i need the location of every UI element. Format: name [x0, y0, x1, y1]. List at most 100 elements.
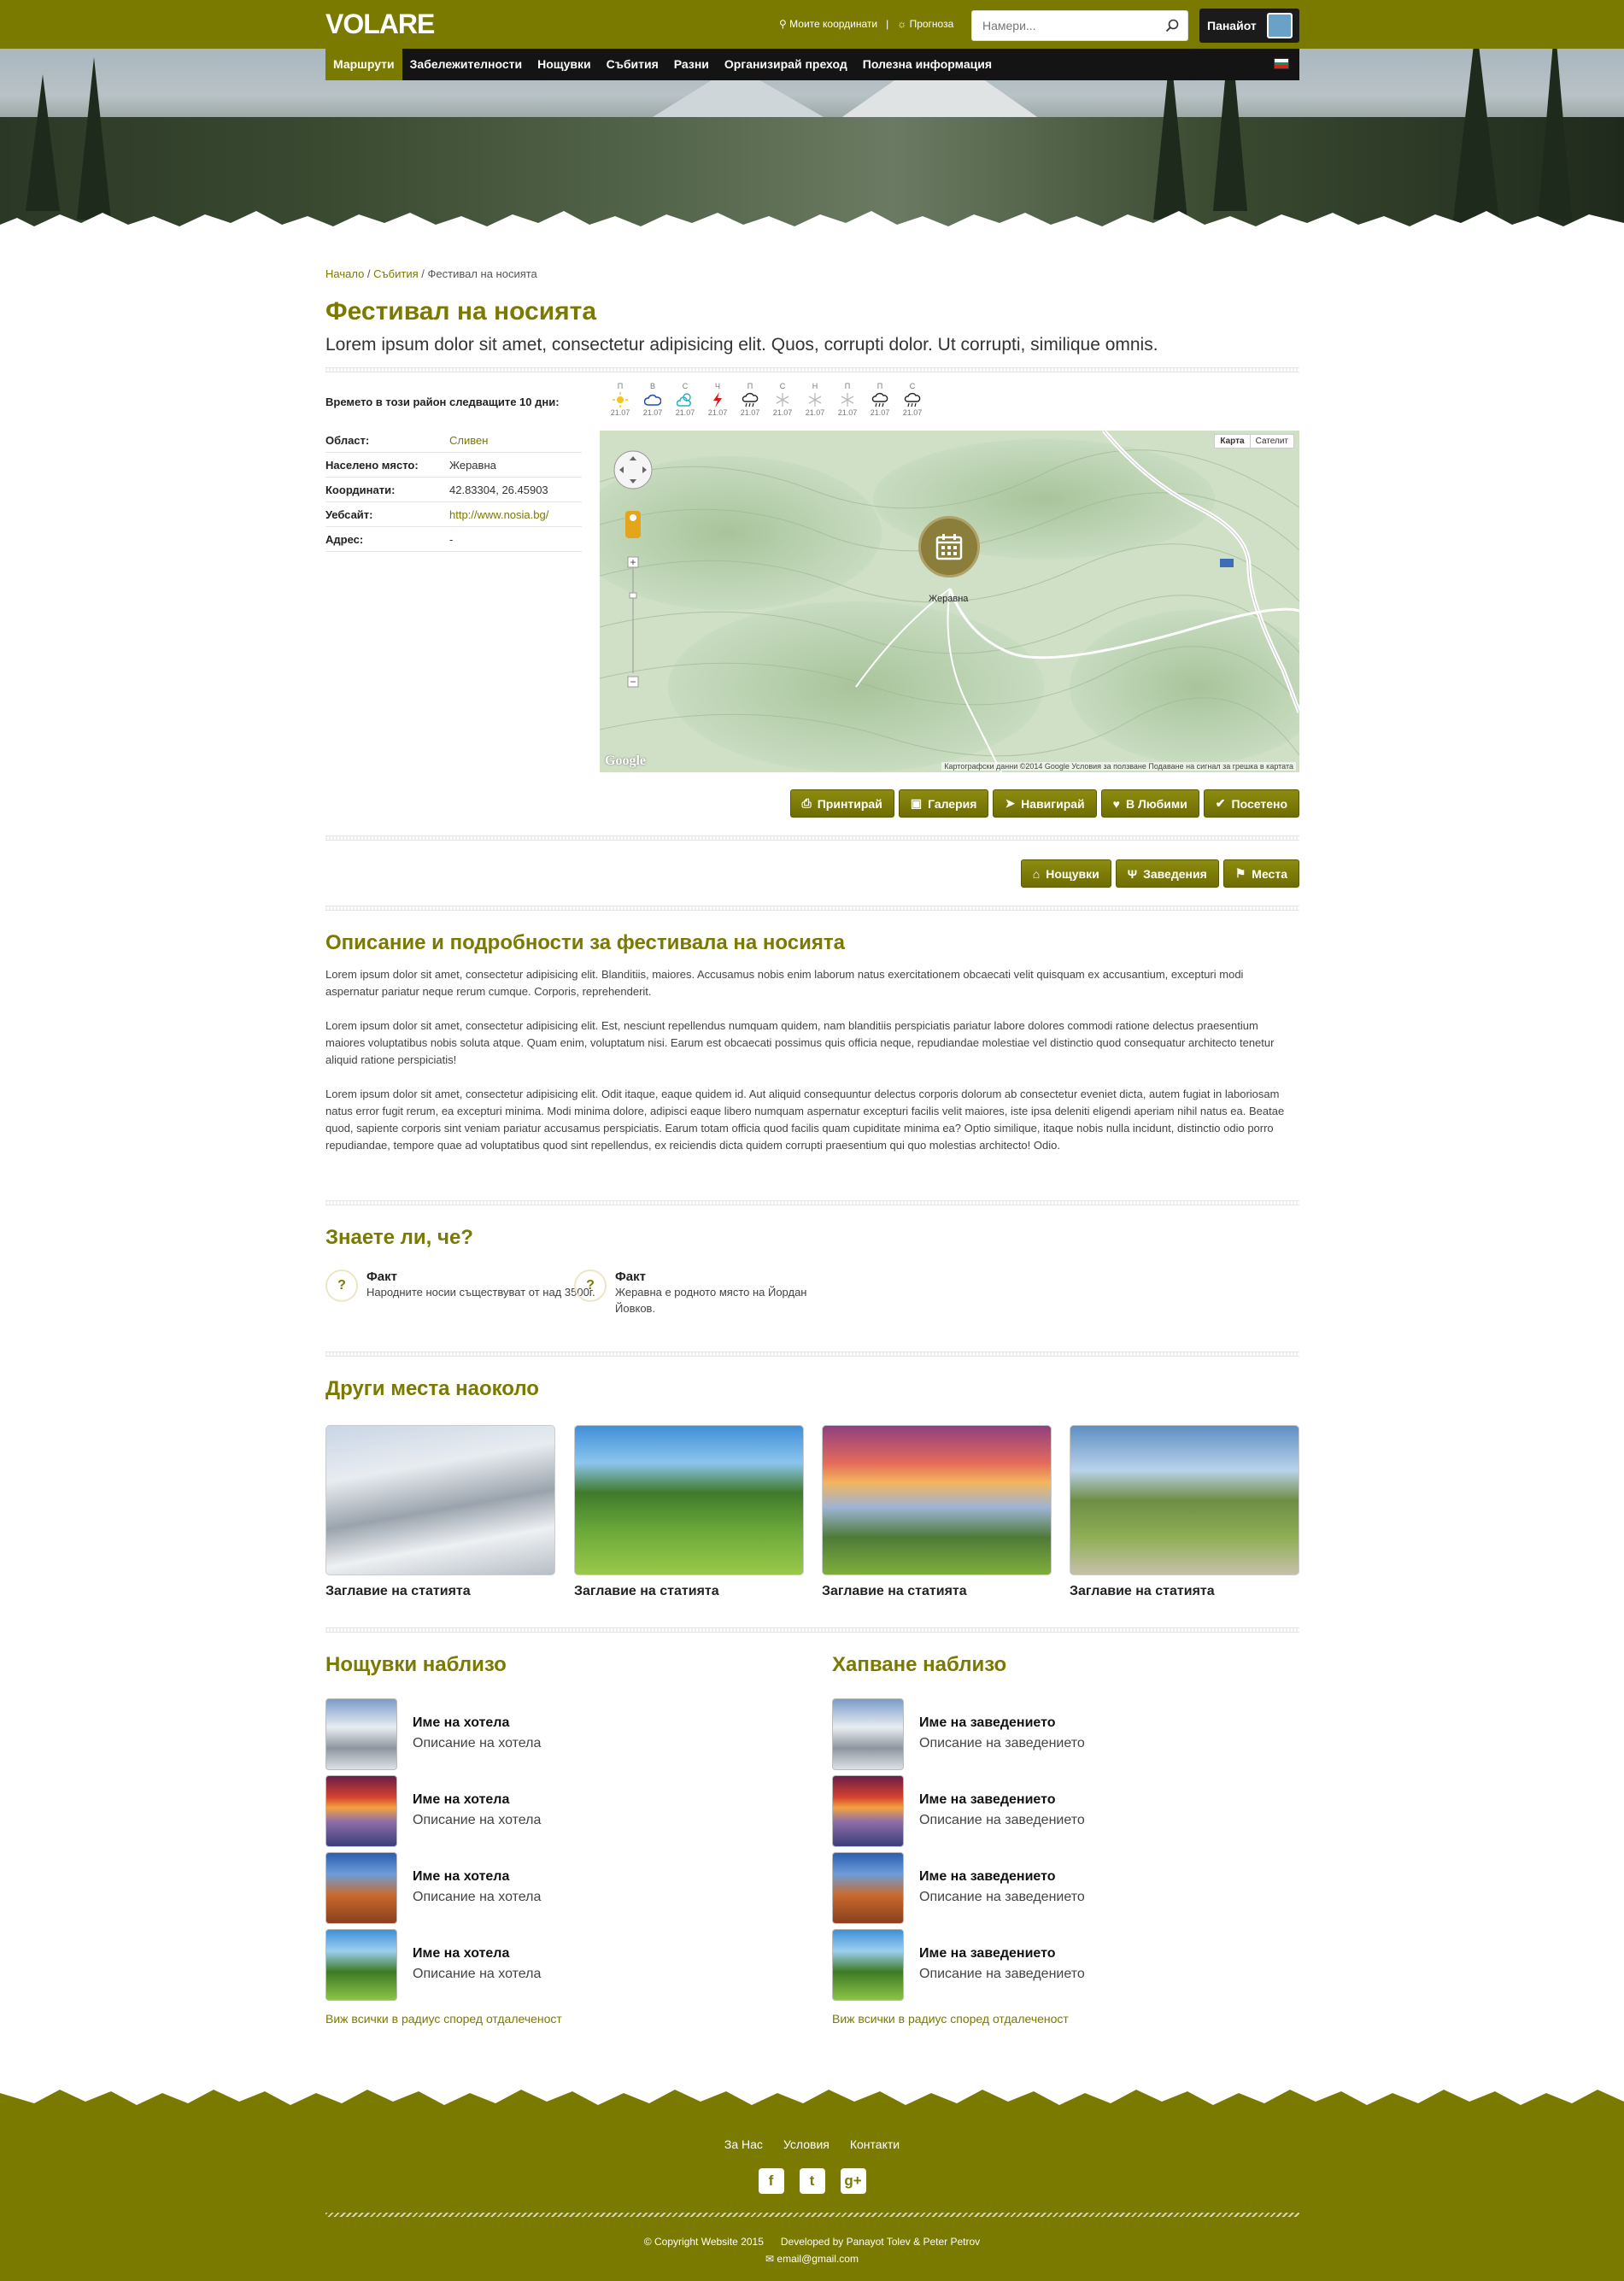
venue-item[interactable]: Име на заведението Описание на заведениет…: [832, 1775, 1085, 1847]
place-image: [822, 1425, 1052, 1575]
hotel-item[interactable]: Име на хотела Описание на хотела: [325, 1929, 541, 2001]
weather-day: С 21.07: [896, 382, 929, 418]
gallery-button[interactable]: ▣ Галерия: [898, 789, 989, 818]
map-type-satellite[interactable]: Сателит: [1249, 435, 1293, 448]
map-attribution: Картографски данни ©2014 Google Условия …: [941, 762, 1296, 771]
facts-title: Знаете ли, че?: [325, 1226, 473, 1249]
hotel-item[interactable]: Име на хотела Описание на хотела: [325, 1775, 541, 1847]
language-flag-icon[interactable]: [1274, 58, 1289, 69]
hotel-item[interactable]: Име на хотела Описание на хотела: [325, 1698, 541, 1770]
place-card[interactable]: Заглавие на статията: [1070, 1425, 1299, 1599]
place-card[interactable]: Заглавие на статията: [325, 1425, 555, 1599]
visited-button[interactable]: ✔ Посетено: [1203, 789, 1299, 818]
forecast-link[interactable]: ☼ Прогноза: [897, 18, 953, 30]
nav-item-misc[interactable]: Разни: [666, 49, 717, 80]
footer-email[interactable]: ✉ email@gmail.com: [0, 2253, 1624, 2265]
weather-day: П 21.07: [734, 382, 766, 418]
weather-day: Н 21.07: [799, 382, 831, 418]
venue-item[interactable]: Име на заведението Описание на заведениет…: [832, 1698, 1085, 1770]
google-logo: Google: [605, 753, 646, 768]
lightning-icon: [701, 391, 734, 408]
map-marker-calendar-icon[interactable]: [918, 516, 980, 578]
my-coordinates-link[interactable]: ⚲ Моите координати: [779, 18, 877, 30]
hotels-title: Нощувки наблизо: [325, 1653, 507, 1676]
region-link[interactable]: Сливен: [449, 434, 488, 447]
breadcrumb-home[interactable]: Начало: [325, 267, 364, 280]
food-title: Хапване наблизо: [832, 1653, 1007, 1676]
place-card[interactable]: Заглавие на статията: [574, 1425, 804, 1599]
map-type-switch: Карта Сателит: [1214, 434, 1294, 449]
food-see-all-link[interactable]: Виж всички в радиус според отдалеченост: [832, 2012, 1069, 2026]
footer-link-about[interactable]: За Нас: [724, 2137, 763, 2151]
navigation-arrow-icon: ➤: [1005, 796, 1016, 810]
nav-item-useful-info[interactable]: Полезна информация: [855, 49, 1000, 80]
breadcrumb: Начало / Събития / Фестивал на носията: [325, 267, 537, 280]
breadcrumb-current: Фестивал на носията: [427, 267, 537, 280]
thumbnail: [325, 1698, 397, 1770]
hotel-item[interactable]: Име на хотела Описание на хотела: [325, 1852, 541, 1924]
snow-icon: [799, 391, 831, 408]
map-type-map[interactable]: Карта: [1215, 435, 1249, 448]
check-icon: ✔: [1215, 796, 1226, 810]
logo[interactable]: VOLARE: [325, 9, 435, 40]
thumbnail: [325, 1852, 397, 1924]
print-button[interactable]: ⎙ Принтирай: [789, 789, 894, 818]
thumbnail: [832, 1852, 904, 1924]
nav-item-routes[interactable]: Маршрути: [325, 49, 402, 80]
svg-text:−: −: [630, 676, 636, 688]
divider: [325, 1627, 1299, 1633]
nearby-buttons: ⌂ Нощувки Ψ Заведения ⚑ Места: [1020, 859, 1299, 888]
weather-day: С 21.07: [669, 382, 701, 418]
thumbnail: [832, 1775, 904, 1847]
venue-item[interactable]: Име на заведението Описание на заведениет…: [832, 1852, 1085, 1924]
user-name: Панайот: [1207, 19, 1257, 32]
search-button[interactable]: [1156, 10, 1188, 41]
nav-item-stays[interactable]: Нощувки: [530, 49, 598, 80]
cloud-sun-icon: [669, 391, 701, 408]
google-plus-icon[interactable]: g+: [840, 2168, 866, 2194]
cutlery-icon: Ψ: [1127, 866, 1138, 881]
printer-icon: ⎙: [801, 796, 812, 810]
navigate-button[interactable]: ➤ Навигирай: [993, 789, 1097, 818]
map[interactable]: Карта Сателит + − Жеравна Google Картогр…: [600, 431, 1299, 772]
info-row-place: Населено място: Жеравна: [325, 453, 582, 478]
weather-day: С 21.07: [766, 382, 799, 418]
snow-icon: [766, 391, 799, 408]
venue-item[interactable]: Име на заведението Описание на заведениет…: [832, 1929, 1085, 2001]
divider: [325, 1200, 1299, 1205]
description-paragraph: Lorem ipsum dolor sit amet, consectetur …: [325, 968, 1244, 998]
stays-button[interactable]: ⌂ Нощувки: [1020, 859, 1111, 888]
map-zoom-controls: + −: [612, 444, 654, 705]
divider: [325, 906, 1299, 911]
weather-day: П 21.07: [864, 382, 896, 418]
nav-item-organize-hike[interactable]: Организирай преход: [717, 49, 855, 80]
facebook-icon[interactable]: f: [758, 2168, 784, 2194]
places-button[interactable]: ⚑ Места: [1222, 859, 1299, 888]
nav-item-events[interactable]: Събития: [599, 49, 666, 80]
twitter-icon[interactable]: t: [799, 2168, 825, 2194]
thumbnail: [832, 1698, 904, 1770]
place-image: [574, 1425, 804, 1575]
thumbnail: [832, 1929, 904, 2001]
search-input[interactable]: [971, 10, 1158, 41]
footer-link-contacts[interactable]: Контакти: [850, 2137, 900, 2151]
divider: [325, 836, 1299, 841]
favorites-button[interactable]: ♥ В Любими: [1100, 789, 1199, 818]
weather-day: В 21.07: [636, 382, 669, 418]
svg-text:+: +: [630, 556, 636, 568]
footer-link-terms[interactable]: Условия: [783, 2137, 830, 2151]
weather-day: Ч 21.07: [701, 382, 734, 418]
breadcrumb-events[interactable]: Събития: [373, 267, 418, 280]
social-links: f t g+: [0, 2168, 1624, 2194]
nav-item-landmarks[interactable]: Забележителности: [402, 49, 530, 80]
place-card[interactable]: Заглавие на статията: [822, 1425, 1052, 1599]
hotels-see-all-link[interactable]: Виж всички в радиус според отдалеченост: [325, 2012, 562, 2026]
description-paragraph: Lorem ipsum dolor sit amet, consectetur …: [325, 1088, 1285, 1152]
info-row-coordinates: Координати: 42.83304, 26.45903: [325, 478, 582, 502]
info-table: Област: Сливен Населено място: Жеравна Коо…: [325, 428, 582, 552]
page-title: Фестивал на носията: [325, 297, 597, 325]
user-menu-button[interactable]: Панайот: [1199, 9, 1299, 43]
action-buttons: ⎙ Принтирай ▣ Галерия ➤ Навигирай ♥ В Любими…: [789, 789, 1299, 818]
venues-button[interactable]: Ψ Заведения: [1115, 859, 1219, 888]
website-link[interactable]: http://www.nosia.bg/: [449, 508, 548, 521]
